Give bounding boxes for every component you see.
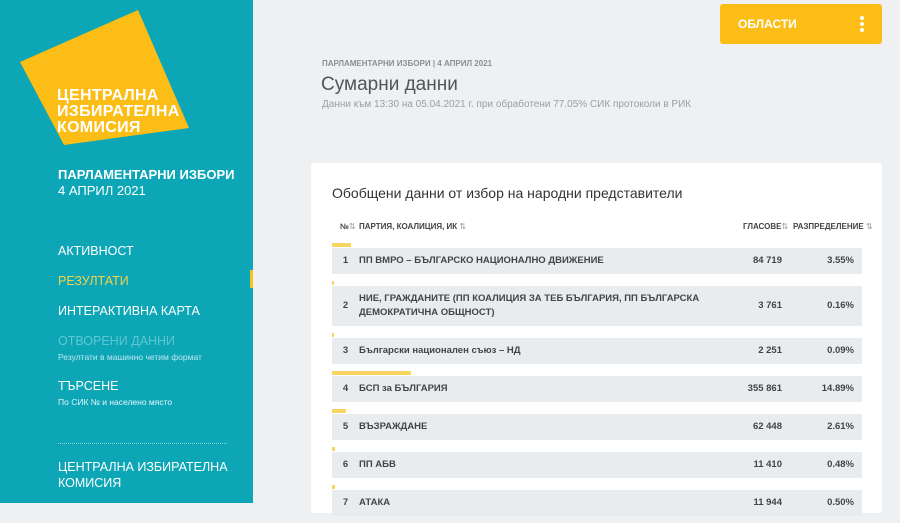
sort-icon: ⇅ <box>781 222 789 231</box>
party-name: НИЕ, ГРАЖДАНИТЕ (ПП КОАЛИЦИЯ ЗА ТЕБ БЪЛГ… <box>359 293 700 318</box>
party-name: ВЪЗРАЖДАНЕ <box>359 421 428 432</box>
nav-activity[interactable]: АКТИВНОСТ <box>58 244 134 258</box>
distribution-bar <box>332 409 346 413</box>
distribution: 0.09% <box>827 345 854 356</box>
col-party-header[interactable]: ПАРТИЯ, КОАЛИЦИЯ, ИК ⇅ <box>359 222 466 231</box>
distribution: 0.16% <box>827 300 854 311</box>
col-label: ПАРТИЯ, КОАЛИЦИЯ, ИК <box>359 222 458 231</box>
col-no-header[interactable]: №⇅ <box>340 222 356 231</box>
card-title: Обобщени данни от избор на народни предс… <box>332 185 683 201</box>
table-row-block: 3 Български национален съюз – НД 2 251 0… <box>332 333 862 364</box>
footer-cik-link[interactable]: ЦЕНТРАЛНА ИЗБИРАТЕЛНА КОМИСИЯ <box>58 459 228 491</box>
logo-line: КОМИСИЯ <box>57 119 141 136</box>
election-title: ПАРЛАМЕНТАРНИ ИЗБОРИ <box>58 167 235 182</box>
table-row-block: 2 НИЕ, ГРАЖДАНИТЕ (ПП КОАЛИЦИЯ ЗА ТЕБ БЪ… <box>332 281 862 326</box>
results-table: 1 ПП ВМРО – БЪЛГАРСКО НАЦИОНАЛНО ДВИЖЕНИ… <box>332 243 862 523</box>
table-row[interactable]: 3 Български национален съюз – НД 2 251 0… <box>332 338 862 364</box>
page-title: Сумарни данни <box>321 74 458 95</box>
row-number: 5 <box>342 421 349 432</box>
votes: 3 761 <box>758 300 782 311</box>
party-name: АТАКА <box>359 497 391 508</box>
table-row[interactable]: 6 ПП АБВ 11 410 0.48% <box>332 452 862 478</box>
sort-icon: ⇅ <box>865 222 873 231</box>
table-row[interactable]: 1 ПП ВМРО – БЪЛГАРСКО НАЦИОНАЛНО ДВИЖЕНИ… <box>332 248 862 274</box>
more-vertical-icon <box>860 16 864 32</box>
distribution-bar <box>332 243 351 247</box>
nav-open-data-sub: Резултати в машинно четим формат <box>58 352 202 362</box>
distribution-bar <box>332 333 334 337</box>
nav-open-data[interactable]: ОТВОРЕНИ ДАННИ <box>58 334 175 348</box>
row-number: 6 <box>342 459 349 470</box>
row-number: 3 <box>342 345 349 356</box>
party-name: ПП ВМРО – БЪЛГАРСКО НАЦИОНАЛНО ДВИЖЕНИЕ <box>359 255 604 266</box>
table-row[interactable]: 5 ВЪЗРАЖДАНЕ 62 448 2.61% <box>332 414 862 440</box>
col-label: РАЗПРЕДЕЛЕНИЕ <box>793 222 864 231</box>
row-number: 7 <box>342 497 349 508</box>
table-row[interactable]: 7 АТАКА 11 944 0.50% <box>332 490 862 516</box>
footer-line: ЦЕНТРАЛНА ИЗБИРАТЕЛНА <box>58 460 228 474</box>
row-number: 2 <box>342 300 349 311</box>
row-number: 1 <box>342 255 349 266</box>
col-label: № <box>340 222 349 231</box>
logo-line: ИЗБИРАТЕЛНА <box>57 103 180 120</box>
logo-line: ЦЕНТРАЛНА <box>57 87 159 104</box>
sort-icon: ⇅ <box>348 222 356 231</box>
table-row-block: 4 БСП за БЪЛГАРИЯ 355 861 14.89% <box>332 371 862 402</box>
election-date: 4 АПРИЛ 2021 <box>58 183 146 198</box>
breadcrumb: ПАРЛАМЕНТАРНИ ИЗБОРИ | 4 АПРИЛ 2021 <box>322 59 493 68</box>
party-name: БСП за БЪЛГАРИЯ <box>359 383 448 394</box>
row-number: 4 <box>342 383 349 394</box>
results-card: Обобщени данни от избор на народни предс… <box>311 163 882 516</box>
votes: 62 448 <box>752 421 782 432</box>
distribution: 0.50% <box>827 497 854 508</box>
footer-line: КОМИСИЯ <box>58 476 122 490</box>
sidebar: ЦЕНТРАЛНА ИЗБИРАТЕЛНА КОМИСИЯ ПАРЛАМЕНТА… <box>0 0 253 503</box>
table-row-block: 5 ВЪЗРАЖДАНЕ 62 448 2.61% <box>332 409 862 440</box>
page-subtitle: Данни към 13:30 на 05.04.2021 г. при обр… <box>322 99 692 110</box>
col-label: ГЛАСОВЕ <box>743 222 782 231</box>
votes: 11 410 <box>753 459 782 470</box>
table-row-block: 6 ПП АБВ 11 410 0.48% <box>332 447 862 478</box>
distribution: 0.48% <box>827 459 854 470</box>
regions-button[interactable]: ОБЛАСТИ <box>720 4 882 44</box>
nav-results[interactable]: РЕЗУЛТАТИ <box>58 274 129 288</box>
votes: 2 251 <box>758 345 782 356</box>
col-distribution-header[interactable]: РАЗПРЕДЕЛЕНИЕ ⇅ <box>793 222 873 231</box>
active-indicator <box>250 270 253 288</box>
distribution: 3.55% <box>827 255 854 266</box>
regions-button-label: ОБЛАСТИ <box>738 17 797 31</box>
logo-text: ЦЕНТРАЛНА ИЗБИРАТЕЛНА КОМИСИЯ <box>57 88 180 136</box>
table-row-block: 1 ПП ВМРО – БЪЛГАРСКО НАЦИОНАЛНО ДВИЖЕНИ… <box>332 243 862 274</box>
votes: 355 861 <box>747 383 782 394</box>
divider <box>58 443 227 444</box>
table-row[interactable]: 2 НИЕ, ГРАЖДАНИТЕ (ПП КОАЛИЦИЯ ЗА ТЕБ БЪ… <box>332 286 862 326</box>
distribution: 2.61% <box>827 421 854 432</box>
table-row[interactable]: 4 БСП за БЪЛГАРИЯ 355 861 14.89% <box>332 376 862 402</box>
table-row-block: 7 АТАКА 11 944 0.50% <box>332 485 862 516</box>
votes: 11 944 <box>753 497 782 508</box>
party-name: Български национален съюз – НД <box>359 345 521 356</box>
col-votes-header[interactable]: ГЛАСОВЕ⇅ <box>743 222 788 231</box>
nav-interactive-map[interactable]: ИНТЕРАКТИВНА КАРТА <box>58 304 200 318</box>
distribution: 14.89% <box>821 383 854 394</box>
votes: 84 719 <box>752 255 782 266</box>
nav-search[interactable]: ТЪРСЕНЕ <box>58 379 118 393</box>
party-name: ПП АБВ <box>359 459 396 470</box>
distribution-bar <box>332 447 335 451</box>
distribution-bar <box>332 281 334 285</box>
nav-search-sub: По СИК № и населено място <box>58 397 173 407</box>
sort-icon: ⇅ <box>459 222 467 231</box>
distribution-bar <box>332 485 335 489</box>
distribution-bar <box>332 371 411 375</box>
